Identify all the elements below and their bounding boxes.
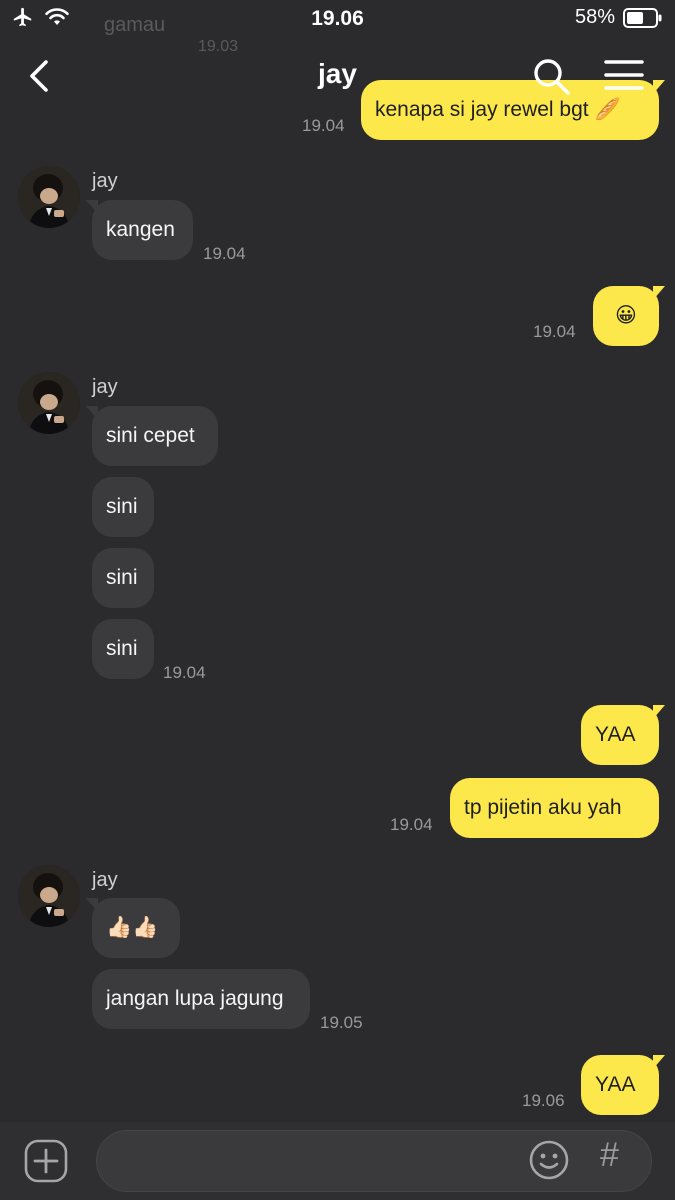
- emoji-icon[interactable]: [528, 1139, 570, 1181]
- message-timestamp: 19.04: [203, 244, 246, 263]
- avatar[interactable]: [18, 166, 80, 228]
- avatar[interactable]: [18, 372, 80, 434]
- hamburger-menu-icon[interactable]: [602, 57, 646, 93]
- chat-header: jay: [0, 40, 675, 112]
- message-bubble[interactable]: sini: [92, 548, 154, 608]
- message-bubble[interactable]: sini: [92, 477, 154, 537]
- plus-icon[interactable]: [24, 1139, 68, 1183]
- avatar[interactable]: [18, 865, 80, 927]
- message-bubble[interactable]: sini cepet: [86, 406, 218, 466]
- message-timestamp: 19.04: [163, 663, 206, 682]
- message-timestamp: 19.04: [533, 322, 576, 341]
- status-time: 19.06: [311, 7, 364, 30]
- message-timestamp: 19.05: [320, 1013, 363, 1032]
- message-timestamp: 19.06: [522, 1091, 565, 1110]
- status-right: 58%: [575, 6, 663, 29]
- message-bubble[interactable]: sini: [92, 619, 154, 679]
- message-bubble[interactable]: kangen: [86, 200, 193, 260]
- message-bubble[interactable]: jangan lupa jagung: [92, 969, 310, 1029]
- hashtag-icon[interactable]: #: [600, 1136, 619, 1175]
- message-timestamp: 19.04: [302, 116, 345, 135]
- message-bubble[interactable]: 👍🏻👍🏻: [86, 898, 180, 958]
- ghost-message: gamau: [104, 14, 166, 36]
- status-bar: 19.06 58%: [0, 0, 675, 40]
- message-bubble[interactable]: 😀: [593, 286, 665, 346]
- chat-title[interactable]: jay: [0, 58, 675, 90]
- message-bubble[interactable]: YAA: [581, 1055, 665, 1115]
- sender-name: jay: [92, 376, 118, 398]
- message-bubble[interactable]: YAA: [581, 705, 665, 765]
- message-timestamp: 19.04: [390, 815, 433, 834]
- battery-icon: [623, 7, 662, 28]
- message-bubble[interactable]: tp pijetin aku yah: [450, 778, 659, 838]
- sender-name: jay: [92, 869, 118, 891]
- search-icon[interactable]: [530, 55, 572, 97]
- battery-percentage: 58%: [574, 6, 615, 28]
- input-bar: #: [0, 1122, 675, 1200]
- sender-name: jay: [92, 170, 118, 192]
